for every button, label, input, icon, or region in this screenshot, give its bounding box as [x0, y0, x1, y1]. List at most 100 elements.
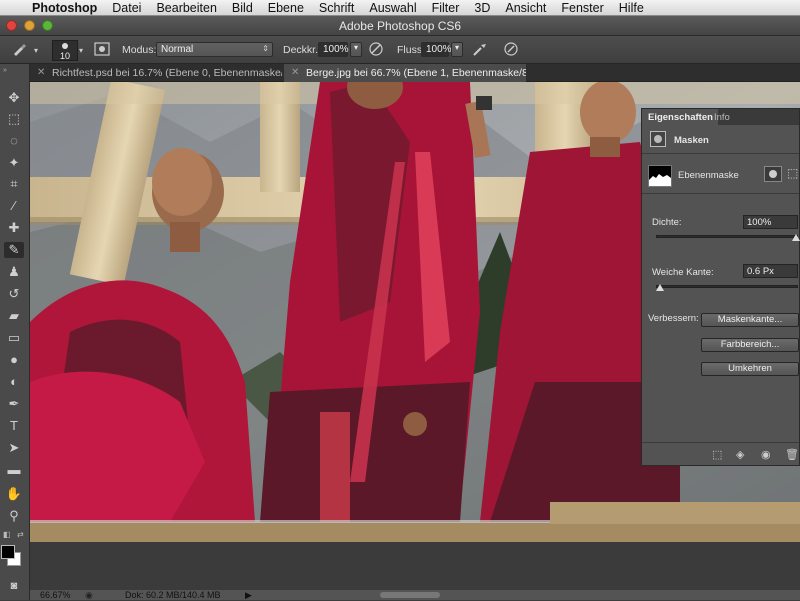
brush-tip-icon [62, 43, 68, 49]
close-tab-icon[interactable]: ✕ [291, 67, 299, 78]
mask-thumbnail-image [649, 174, 671, 186]
mask-edge-button[interactable]: Maskenkante... [701, 313, 799, 327]
foreground-color-swatch[interactable] [1, 545, 15, 559]
pixel-mask-button[interactable] [764, 166, 782, 182]
quick-selection-tool-icon[interactable]: ✦ [4, 155, 24, 171]
tab-berge-label: Berge.jpg bei 66.7% (Ebene 1, Ebenenmask… [306, 67, 526, 79]
menu-bild[interactable]: Bild [232, 1, 253, 15]
toolbar-collapse-icon[interactable]: » [3, 67, 7, 74]
flow-slider-chevron-down-icon[interactable]: ▾ [451, 42, 463, 57]
menu-3d[interactable]: 3D [474, 1, 490, 15]
menu-datei[interactable]: Datei [112, 1, 141, 15]
tab-richtfest[interactable]: ✕ Richtfest.psd bei 16.7% (Ebene 0, Eben… [30, 64, 282, 82]
opacity-slider-chevron-down-icon[interactable]: ▾ [350, 42, 362, 57]
brush-icon [14, 44, 26, 56]
menu-ansicht[interactable]: Ansicht [505, 1, 546, 15]
brush-picker-chevron-down-icon[interactable]: ▾ [79, 46, 83, 55]
opacity-label: Deckkr.: [283, 44, 321, 56]
color-range-button[interactable]: Farbbereich... [701, 338, 799, 352]
menu-auswahl[interactable]: Auswahl [369, 1, 416, 15]
feather-label: Weiche Kante: [652, 267, 714, 278]
mask-type-label: Ebenenmaske [678, 170, 739, 181]
blur-tool-icon[interactable]: ● [4, 352, 24, 368]
brush-preset-picker[interactable]: 10 [52, 40, 78, 61]
status-menu-arrow-icon[interactable]: ▶ [245, 590, 252, 601]
density-label: Dichte: [652, 217, 682, 228]
mode-select[interactable]: Normal ⇕ [156, 42, 273, 57]
pen-tool-icon[interactable]: ✒ [4, 396, 24, 412]
feather-slider-track[interactable] [656, 285, 798, 288]
default-colors-icon[interactable]: ◧ [3, 530, 11, 539]
delete-mask-icon[interactable]: 🗑 [785, 448, 799, 461]
tool-preset-chevron-down-icon[interactable]: ▾ [34, 46, 38, 55]
zoom-level[interactable]: 66.67% [40, 590, 71, 600]
status-info-icon[interactable]: ◉ [85, 590, 93, 601]
menu-bar: Photoshop Datei Bearbeiten Bild Ebene Sc… [0, 0, 800, 16]
brush-tool-icon[interactable]: ✎ [4, 242, 24, 258]
pixel-mask-icon [769, 170, 777, 178]
gradient-tool-icon[interactable]: ▭ [4, 330, 24, 346]
panel-tab-bar: Eigenschaften Info [642, 109, 799, 125]
menu-schrift[interactable]: Schrift [319, 1, 354, 15]
horizontal-scrollbar[interactable] [380, 592, 440, 598]
feather-input[interactable]: 0.6 Px [743, 264, 798, 278]
tab-berge[interactable]: ✕ Berge.jpg bei 66.7% (Ebene 1, Ebenenma… [284, 64, 526, 82]
tab-info[interactable]: Info [708, 109, 735, 125]
airbrush-toggle-icon[interactable] [471, 41, 489, 59]
title-bar: Adobe Photoshop CS6 [0, 16, 800, 36]
pressure-size-icon[interactable] [502, 41, 520, 59]
brush-tool-preset-icon[interactable] [10, 41, 28, 59]
density-slider-knob[interactable] [792, 234, 800, 241]
density-slider-track[interactable] [656, 235, 798, 238]
menu-ebene[interactable]: Ebene [268, 1, 304, 15]
window-title: Adobe Photoshop CS6 [338, 19, 462, 33]
rectangular-marquee-tool-icon[interactable]: ⬚ [4, 111, 24, 127]
properties-panel: Eigenschaften Info Masken Ebenenmaske ⬚ … [641, 108, 800, 466]
flow-input[interactable]: 100% [421, 42, 452, 57]
pressure-opacity-icon[interactable] [367, 41, 385, 59]
swap-colors-icon[interactable]: ⇄ [17, 530, 24, 539]
hand-tool-icon[interactable]: ✋ [4, 486, 24, 502]
masks-section-title: Masken [674, 135, 709, 146]
menu-fenster[interactable]: Fenster [561, 1, 603, 15]
menu-bearbeiten[interactable]: Bearbeiten [156, 1, 216, 15]
spot-healing-tool-icon[interactable]: ✚ [4, 220, 24, 236]
feather-slider-knob[interactable] [656, 284, 664, 291]
mode-label: Modus: [122, 44, 157, 56]
options-bar: ▾ 10 ▾ Modus: Normal ⇕ Deckkr.: 100% ▾ F… [0, 36, 800, 64]
menu-filter[interactable]: Filter [432, 1, 460, 15]
panel-divider [642, 153, 799, 154]
density-input[interactable]: 100% [743, 215, 798, 229]
panel-divider [642, 193, 799, 194]
brush-panel-toggle-icon[interactable] [93, 41, 111, 59]
airbrush-icon [473, 44, 486, 56]
zoom-tool-icon[interactable]: ⚲ [4, 508, 24, 524]
lasso-tool-icon[interactable]: ◌ [4, 133, 24, 149]
invert-button[interactable]: Umkehren [701, 362, 799, 376]
pen-pressure-size-icon [504, 42, 518, 56]
close-tab-icon[interactable]: ✕ [37, 67, 45, 78]
dodge-tool-icon[interactable]: ◐ [4, 374, 24, 390]
history-brush-tool-icon[interactable]: ↺ [4, 286, 24, 302]
opacity-input[interactable]: 100% [318, 42, 349, 57]
eraser-tool-icon[interactable]: ▰ [4, 308, 24, 324]
type-tool-icon[interactable]: T [4, 418, 24, 434]
refine-label: Verbessern: [648, 313, 699, 324]
menu-hilfe[interactable]: Hilfe [619, 1, 644, 15]
masks-icon [650, 131, 666, 147]
load-selection-icon[interactable]: ⬚ [712, 448, 722, 461]
move-tool-icon[interactable]: ✥ [4, 90, 24, 106]
apply-mask-icon[interactable]: ◈ [736, 448, 744, 461]
toggle-mask-visibility-icon[interactable]: ◉ [761, 448, 771, 461]
vector-mask-icon[interactable]: ⬚ [787, 166, 798, 180]
rectangle-shape-tool-icon[interactable]: ▬ [4, 462, 24, 478]
menu-app-name[interactable]: Photoshop [32, 1, 97, 15]
doc-info: Dok: 60.2 MB/140.4 MB [125, 590, 221, 600]
path-selection-tool-icon[interactable]: ➤ [4, 440, 24, 456]
tab-properties[interactable]: Eigenschaften [642, 109, 718, 125]
crop-tool-icon[interactable]: ⌗ [4, 176, 24, 192]
clone-stamp-tool-icon[interactable]: ♟ [4, 264, 24, 280]
eyedropper-tool-icon[interactable]: ⁄ [4, 198, 24, 214]
quick-mask-mode-icon[interactable]: ◙ [4, 578, 24, 594]
mask-thumbnail[interactable] [648, 165, 672, 187]
